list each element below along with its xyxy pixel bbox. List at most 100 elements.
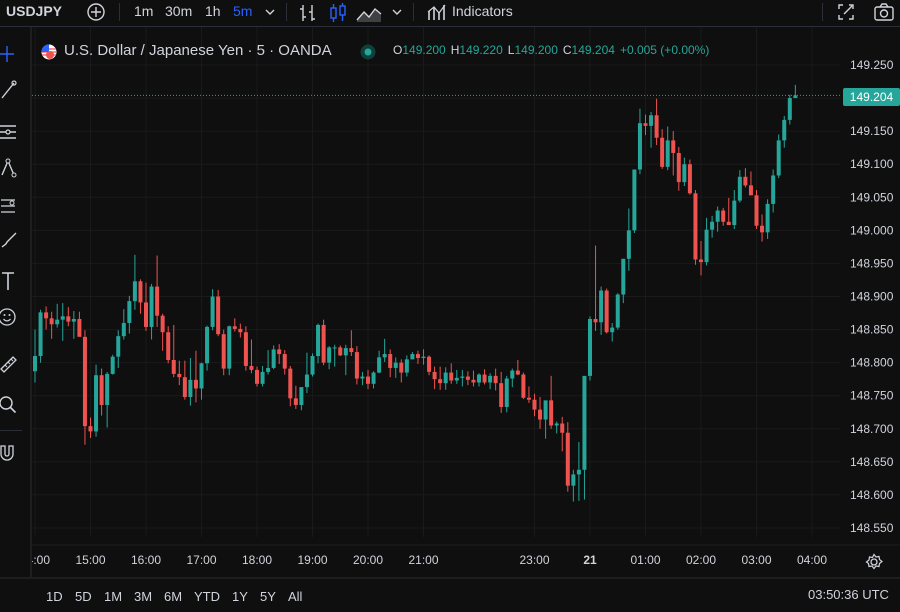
- interval-1m[interactable]: 1m: [134, 0, 153, 24]
- symbol-search[interactable]: USDJPY: [6, 0, 62, 24]
- text-icon[interactable]: [0, 270, 20, 292]
- candle-body-down: [465, 376, 470, 380]
- candle-body-down: [366, 376, 370, 384]
- candle-body-up: [188, 379, 193, 398]
- ruler-icon[interactable]: [0, 353, 20, 375]
- price-tick-label: 149.050: [850, 190, 894, 204]
- candle-body-up: [582, 375, 587, 470]
- range-1d[interactable]: 1D: [46, 589, 63, 604]
- candle-body-down: [338, 347, 343, 356]
- flag-icon: [41, 44, 57, 65]
- candle-body-down: [288, 368, 293, 399]
- price-tick-label: 148.550: [850, 521, 894, 535]
- candle-body-down: [565, 432, 570, 486]
- candle-body-up: [71, 318, 76, 322]
- candle-body-down: [699, 259, 703, 263]
- candle-body-down: [49, 318, 54, 325]
- add-symbol-icon[interactable]: [86, 2, 106, 26]
- magnet-icon[interactable]: [0, 442, 20, 464]
- candle-body-up: [38, 312, 43, 357]
- candle-body-down: [449, 372, 454, 381]
- forecast-icon[interactable]: [0, 194, 20, 216]
- candle-body-up: [127, 301, 132, 323]
- candle-body-up: [210, 296, 215, 327]
- change-value: +0.005 (+0.00%): [619, 43, 710, 57]
- range-1m[interactable]: 1M: [104, 589, 122, 604]
- pattern-icon[interactable]: [0, 157, 20, 179]
- indicators-button[interactable]: Indicators: [452, 0, 513, 24]
- candle-body-up: [793, 95, 798, 99]
- zoom-icon[interactable]: [0, 393, 20, 415]
- candle-body-down: [349, 348, 354, 353]
- range-ytd[interactable]: YTD: [194, 589, 220, 604]
- time-tick-label: 17:00: [186, 553, 216, 567]
- candle-body-down: [77, 318, 82, 337]
- candle-body-up: [121, 322, 126, 337]
- candle-body-up: [477, 374, 481, 383]
- candle-body-up: [715, 210, 720, 222]
- range-all[interactable]: All: [288, 589, 302, 604]
- candle-body-up: [554, 423, 559, 426]
- range-3m[interactable]: 3M: [134, 589, 152, 604]
- candle-body-up: [710, 221, 715, 230]
- candle-body-down: [748, 185, 753, 196]
- candle-body-up: [787, 98, 792, 120]
- candle-body-up: [304, 374, 309, 388]
- candle-body-down: [66, 316, 71, 322]
- trend-line-icon[interactable]: [0, 79, 20, 101]
- interval-1h[interactable]: 1h: [205, 0, 221, 24]
- chevron-down-icon[interactable]: [391, 4, 403, 28]
- time-tick-label: 19:00: [297, 553, 327, 567]
- candle-body-down: [354, 352, 359, 379]
- candlestick-chart[interactable]: 149.250 149.200 149.150 149.100 149.050 149.0…: [32, 27, 900, 575]
- market-status-icon: [360, 44, 376, 65]
- candle-body-up: [610, 327, 615, 333]
- candle-body-down: [538, 409, 543, 420]
- fullscreen-icon[interactable]: [836, 2, 856, 26]
- candle-body-up: [576, 469, 581, 475]
- indicators-icon[interactable]: [427, 2, 447, 26]
- candle-body-down: [155, 286, 160, 316]
- range-5d[interactable]: 5D: [75, 589, 92, 604]
- interval-30m[interactable]: 30m: [165, 0, 192, 24]
- area-icon[interactable]: [356, 3, 382, 27]
- candle-body-down: [255, 369, 259, 384]
- emoji-icon[interactable]: [0, 306, 20, 328]
- candle-body-down: [671, 140, 676, 153]
- gear-icon[interactable]: [865, 553, 883, 571]
- clock[interactable]: 03:50:36 UTC: [808, 587, 889, 602]
- chevron-down-icon[interactable]: [264, 4, 276, 28]
- fib-icon[interactable]: [0, 121, 20, 143]
- candle-body-down: [726, 221, 731, 226]
- brush-icon[interactable]: [0, 229, 20, 251]
- ohlc-legend: O149.200 H149.220 L149.200 C149.204 +0.005 (…: [393, 43, 714, 57]
- candle-body-down: [243, 332, 248, 366]
- candle-body-up: [510, 370, 515, 379]
- candle-body-down: [160, 315, 165, 333]
- candle-body-down: [593, 318, 598, 323]
- interval-5m-active[interactable]: 5m: [233, 0, 252, 24]
- range-6m[interactable]: 6M: [164, 589, 182, 604]
- candle-body-up: [682, 164, 687, 183]
- candle-body-down: [660, 137, 665, 167]
- candle-body-up: [443, 372, 448, 384]
- candle-body-down: [138, 281, 143, 303]
- camera-icon[interactable]: [873, 2, 895, 26]
- candles-icon[interactable]: [328, 3, 348, 27]
- bar-style-icon[interactable]: [298, 3, 318, 27]
- price-tick-label: 149.250: [850, 58, 894, 72]
- crosshair-icon[interactable]: [0, 43, 20, 65]
- candle-body-up: [665, 140, 670, 167]
- candle-body-up: [377, 357, 382, 373]
- candle-body-down: [321, 324, 326, 363]
- candle-body-up: [227, 326, 232, 369]
- range-1y[interactable]: 1Y: [232, 589, 248, 604]
- candle-body-down: [221, 334, 226, 369]
- candle-body-up: [404, 359, 409, 373]
- range-5y[interactable]: 5Y: [260, 589, 276, 604]
- candle-body-down: [521, 374, 526, 398]
- candle-body-up: [543, 400, 548, 420]
- candle-body-up: [332, 347, 337, 349]
- time-tick-label: 01:00: [630, 553, 660, 567]
- candle-body-up: [460, 376, 465, 378]
